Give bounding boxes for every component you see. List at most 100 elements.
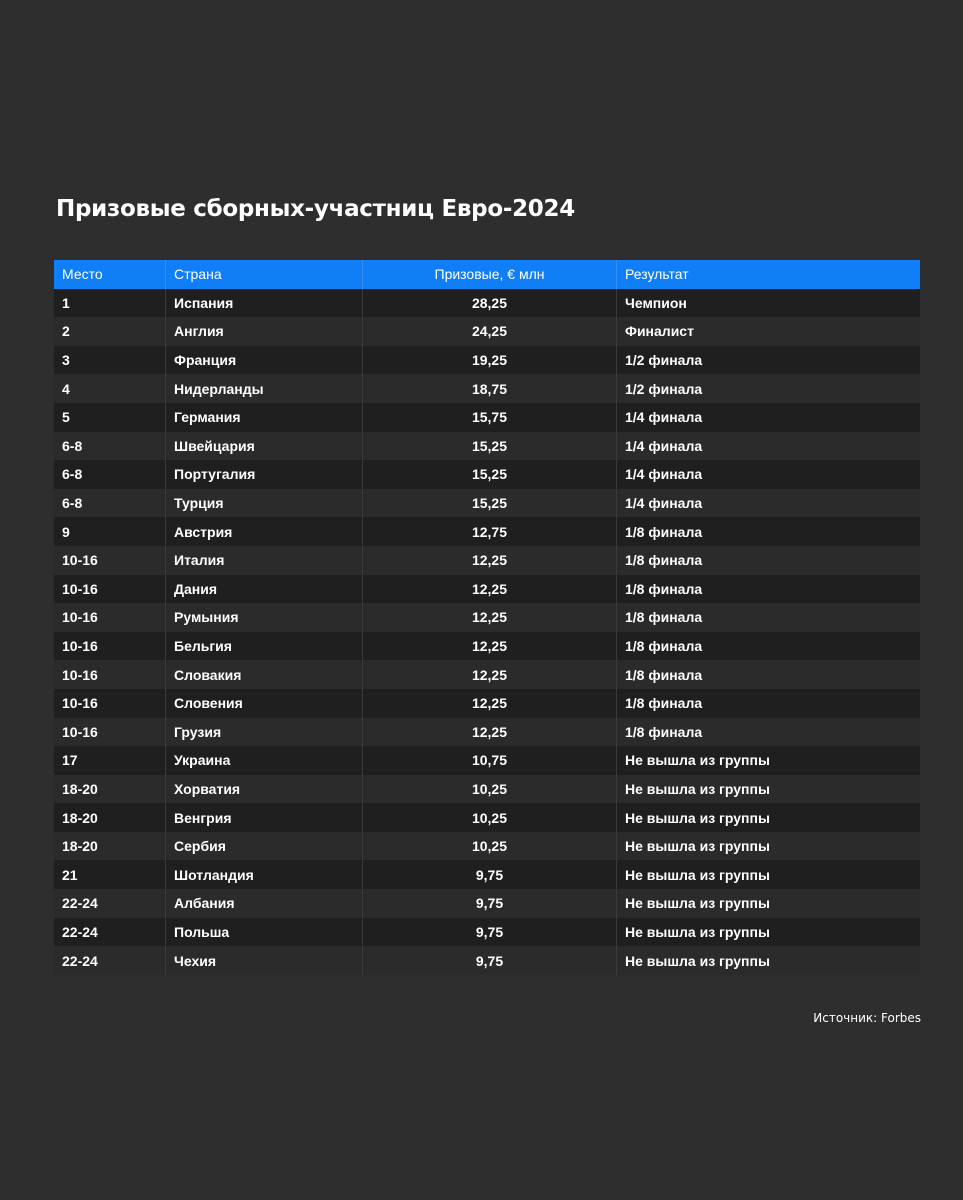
cell-place: 22-24 — [54, 889, 166, 918]
cell-prize: 12,25 — [363, 717, 617, 747]
cell-prize: 15,25 — [363, 431, 617, 461]
cell-result: 1/8 финала — [617, 545, 920, 575]
cell-place: 18-20 — [54, 803, 166, 832]
cell-country: Украина — [166, 746, 363, 775]
cell-result: 1/4 финала — [617, 488, 920, 518]
cell-prize: 12,25 — [363, 631, 617, 661]
cell-place: 17 — [54, 746, 166, 775]
table-row: 22-24 Албания 9,75 Не вышла из группы — [54, 889, 920, 918]
cell-result: 1/2 финала — [617, 374, 920, 403]
cell-place: 6-8 — [54, 431, 166, 461]
cell-prize: 9,75 — [363, 946, 617, 975]
cell-prize: 19,25 — [363, 345, 617, 375]
table-row: 1 Испания 28,25 Чемпион — [54, 288, 920, 318]
cell-prize: 15,25 — [363, 460, 617, 489]
cell-result: Финалист — [617, 317, 920, 346]
cell-prize: 12,25 — [363, 574, 617, 604]
cell-result: Не вышла из группы — [617, 831, 920, 861]
cell-country: Словакия — [166, 660, 363, 689]
cell-result: 1/4 финала — [617, 431, 920, 461]
table-header-row: Место Страна Призовые, € млн Результат — [54, 260, 920, 289]
cell-place: 22-24 — [54, 946, 166, 975]
cell-place: 18-20 — [54, 831, 166, 861]
cell-country: Турция — [166, 488, 363, 518]
cell-country: Албания — [166, 889, 363, 918]
cell-country: Сербия — [166, 831, 363, 861]
table-row: 10-16 Румыния 12,25 1/8 финала — [54, 603, 920, 632]
cell-result: 1/4 финала — [617, 402, 920, 432]
table-row: 18-20 Венгрия 10,25 Не вышла из группы — [54, 803, 920, 832]
cell-country: Нидерланды — [166, 374, 363, 403]
cell-country: Германия — [166, 402, 363, 432]
cell-place: 10-16 — [54, 631, 166, 661]
table-row: 17 Украина 10,75 Не вышла из группы — [54, 746, 920, 775]
table-row: 10-16 Грузия 12,25 1/8 финала — [54, 717, 920, 747]
cell-result: 1/8 финала — [617, 688, 920, 718]
cell-prize: 10,25 — [363, 803, 617, 832]
cell-place: 4 — [54, 374, 166, 403]
table-row: 22-24 Чехия 9,75 Не вышла из группы — [54, 946, 920, 975]
cell-country: Бельгия — [166, 631, 363, 661]
table-row: 9 Австрия 12,75 1/8 финала — [54, 517, 920, 546]
cell-country: Чехия — [166, 946, 363, 975]
cell-country: Португалия — [166, 460, 363, 489]
cell-country: Румыния — [166, 603, 363, 632]
table-row: 18-20 Хорватия 10,25 Не вышла из группы — [54, 774, 920, 804]
table-row: 10-16 Италия 12,25 1/8 финала — [54, 545, 920, 575]
cell-place: 10-16 — [54, 574, 166, 604]
cell-place: 10-16 — [54, 660, 166, 689]
cell-place: 1 — [54, 288, 166, 318]
cell-prize: 15,75 — [363, 402, 617, 432]
cell-prize: 9,75 — [363, 917, 617, 947]
table-row: 10-16 Словения 12,25 1/8 финала — [54, 688, 920, 718]
cell-country: Дания — [166, 574, 363, 604]
cell-result: Не вышла из группы — [617, 746, 920, 775]
cell-prize: 10,25 — [363, 774, 617, 804]
cell-place: 3 — [54, 345, 166, 375]
table-row: 4 Нидерланды 18,75 1/2 финала — [54, 374, 920, 403]
cell-result: 1/8 финала — [617, 717, 920, 747]
cell-place: 18-20 — [54, 774, 166, 804]
cell-place: 10-16 — [54, 603, 166, 632]
table-row: 6-8 Португалия 15,25 1/4 финала — [54, 460, 920, 489]
cell-result: 1/4 финала — [617, 460, 920, 489]
cell-place: 2 — [54, 317, 166, 346]
cell-result: Не вышла из группы — [617, 889, 920, 918]
cell-place: 6-8 — [54, 488, 166, 518]
cell-country: Австрия — [166, 517, 363, 546]
cell-result: 1/2 финала — [617, 345, 920, 375]
cell-prize: 9,75 — [363, 889, 617, 918]
cell-country: Шотландия — [166, 860, 363, 890]
cell-place: 9 — [54, 517, 166, 546]
cell-country: Франция — [166, 345, 363, 375]
cell-prize: 28,25 — [363, 288, 617, 318]
table-row: 6-8 Турция 15,25 1/4 финала — [54, 488, 920, 518]
source-note: Источник: Forbes — [813, 1011, 921, 1025]
prize-table: Место Страна Призовые, € млн Результат 1… — [54, 260, 920, 975]
cell-result: 1/8 финала — [617, 631, 920, 661]
cell-result: Чемпион — [617, 288, 920, 318]
cell-prize: 12,25 — [363, 603, 617, 632]
table-row: 10-16 Дания 12,25 1/8 финала — [54, 574, 920, 604]
cell-prize: 9,75 — [363, 860, 617, 890]
cell-place: 21 — [54, 860, 166, 890]
cell-prize: 15,25 — [363, 488, 617, 518]
table-row: 18-20 Сербия 10,25 Не вышла из группы — [54, 831, 920, 861]
table-row: 10-16 Словакия 12,25 1/8 финала — [54, 660, 920, 689]
cell-result: Не вышла из группы — [617, 946, 920, 975]
table-row: 6-8 Швейцария 15,25 1/4 финала — [54, 431, 920, 461]
cell-prize: 10,75 — [363, 746, 617, 775]
header-place: Место — [54, 260, 166, 289]
cell-place: 6-8 — [54, 460, 166, 489]
cell-prize: 12,25 — [363, 660, 617, 689]
cell-country: Италия — [166, 545, 363, 575]
cell-result: Не вышла из группы — [617, 774, 920, 804]
table-row: 5 Германия 15,75 1/4 финала — [54, 402, 920, 432]
cell-country: Англия — [166, 317, 363, 346]
cell-prize: 12,75 — [363, 517, 617, 546]
cell-country: Хорватия — [166, 774, 363, 804]
cell-result: 1/8 финала — [617, 660, 920, 689]
cell-prize: 24,25 — [363, 317, 617, 346]
table-row: 2 Англия 24,25 Финалист — [54, 317, 920, 346]
cell-prize: 12,25 — [363, 545, 617, 575]
